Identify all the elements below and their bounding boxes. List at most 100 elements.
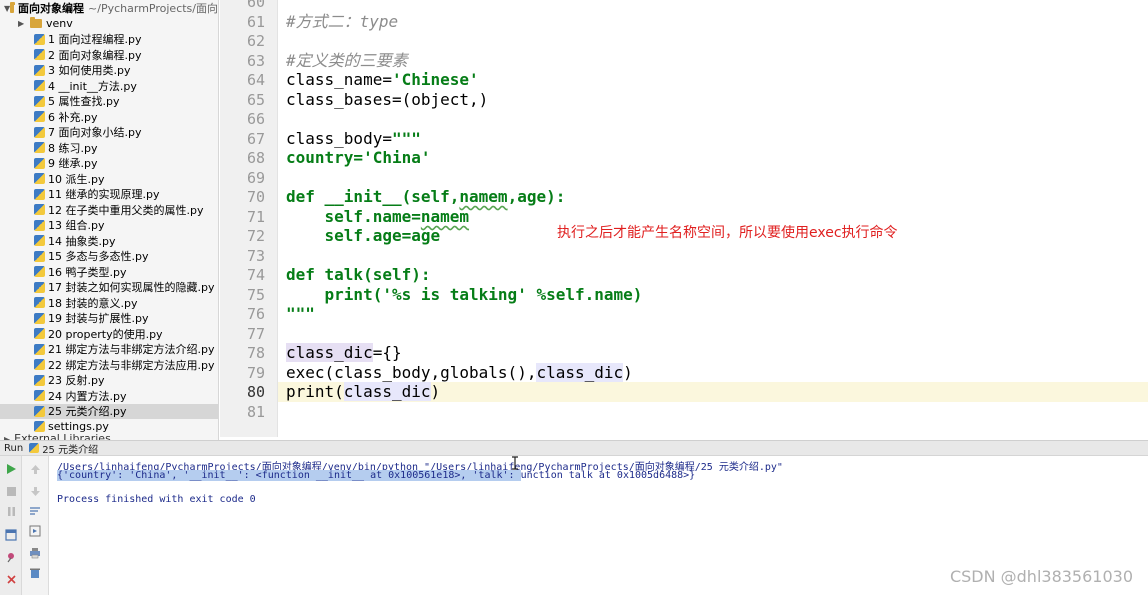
python-file-icon: [34, 126, 45, 138]
tree-item-label: 25 元类介绍.py: [48, 405, 127, 419]
tree-item-file[interactable]: 17 封装之如何实现属性的隐藏.py: [0, 280, 218, 296]
tree-item-label: 11 继承的实现原理.py: [48, 188, 160, 202]
console-output-line: {'country': 'China', '__init__': <functi…: [57, 470, 695, 481]
line-number: 75: [246, 285, 265, 304]
tree-item-file[interactable]: 6 补充.py: [0, 109, 218, 125]
tree-item-venv[interactable]: ▶ venv: [0, 16, 218, 32]
run-tab-label[interactable]: Run: [4, 443, 23, 454]
settings-button[interactable]: [4, 550, 18, 564]
play-icon: [7, 464, 16, 474]
tree-item-file[interactable]: 13 组合.py: [0, 218, 218, 234]
line-number: 70: [246, 188, 265, 206]
code-line-68: country='China': [286, 148, 431, 167]
scroll-up-button[interactable]: [28, 462, 42, 476]
code-line-74: def talk(self):: [286, 265, 431, 284]
tree-item-label: 10 派生.py: [48, 172, 105, 186]
tree-item-file[interactable]: 2 面向对象编程.py: [0, 47, 218, 63]
line-number: 81: [246, 402, 265, 421]
tree-item-label: 14 抽象类.py: [48, 234, 116, 248]
tree-item-file[interactable]: 11 继承的实现原理.py: [0, 187, 218, 203]
code-line-63: #定义类的三要素: [286, 51, 408, 70]
folder-icon: [10, 1, 16, 13]
printer-icon: [30, 548, 40, 559]
tree-item-label: 17 封装之如何实现属性的隐藏.py: [48, 281, 215, 295]
line-number: 69: [246, 168, 265, 187]
tree-item-file[interactable]: 14 抽象类.py: [0, 233, 218, 249]
python-file-icon: [34, 266, 45, 278]
python-file-icon: [34, 33, 45, 45]
pin-icon: [7, 553, 14, 563]
python-file-icon: [34, 250, 45, 262]
code-line-65: class_bases=(object,): [286, 90, 489, 109]
python-file-icon: [34, 421, 45, 433]
tree-item-label: 24 内置方法.py: [48, 389, 127, 403]
tree-item-label: 18 封装的意义.py: [48, 296, 138, 310]
tree-item-file[interactable]: 12 在子类中重用父类的属性.py: [0, 202, 218, 218]
tree-item-label: 1 面向过程编程.py: [48, 33, 142, 47]
tree-item-file[interactable]: 5 属性查找.py: [0, 94, 218, 110]
code-line-67: class_body=""": [286, 129, 421, 148]
python-file-icon: [34, 49, 45, 61]
stop-icon: [6, 486, 16, 496]
close-icon: [6, 574, 16, 584]
tree-item-label: 9 继承.py: [48, 157, 98, 171]
clear-all-button[interactable]: [28, 566, 42, 580]
tree-item-file[interactable]: 24 内置方法.py: [0, 388, 218, 404]
code-line-61: #方式二：type: [286, 12, 399, 31]
tree-item-file[interactable]: 20 property的使用.py: [0, 326, 218, 342]
line-number: 66: [246, 110, 265, 128]
rerun-button[interactable]: [4, 462, 18, 476]
project-path: ~/PycharmProjects/面向: [88, 2, 218, 15]
tree-item-file[interactable]: 4 __init__方法.py: [0, 78, 218, 94]
tree-item-label: 5 属性查找.py: [48, 95, 120, 109]
python-file-icon: [34, 343, 45, 355]
python-file-icon: [34, 64, 45, 76]
line-number: 61: [246, 12, 265, 31]
tree-item-file[interactable]: 10 派生.py: [0, 171, 218, 187]
python-file-icon: [34, 142, 45, 154]
scroll-to-end-button[interactable]: [28, 524, 42, 538]
close-button[interactable]: [4, 572, 18, 586]
tree-item-label: 6 补充.py: [48, 110, 98, 124]
code-line-78: class_dic={}: [286, 343, 402, 362]
stop-button[interactable]: [4, 484, 18, 498]
scroll-down-button[interactable]: [28, 484, 42, 498]
soft-wrap-button[interactable]: [28, 504, 42, 518]
code-editor[interactable]: 60 61 62 63 64 65 66 67 68 69 70 71 72 73 74 75 76 77 78 79…: [220, 0, 1148, 437]
tree-item-file[interactable]: 8 练习.py: [0, 140, 218, 156]
tree-item-file[interactable]: 3 如何使用类.py: [0, 63, 218, 79]
tree-item-file[interactable]: 25 元类介绍.py: [0, 403, 218, 419]
console-selected-text: {'country': 'China', '__init__': <functi…: [57, 470, 521, 481]
tree-item-external-libraries[interactable]: ▶ External Libraries: [0, 432, 111, 440]
tree-item-file[interactable]: 9 继承.py: [0, 156, 218, 172]
chevron-right-icon[interactable]: ▶: [18, 19, 30, 28]
python-file-icon: [34, 312, 45, 324]
python-file-icon: [34, 204, 45, 216]
pause-button[interactable]: [4, 504, 18, 518]
dump-threads-button[interactable]: [4, 528, 18, 542]
line-number: 74: [246, 266, 265, 284]
tree-item-file[interactable]: 19 封装与扩展性.py: [0, 311, 218, 327]
tree-item-file[interactable]: 15 多态与多态性.py: [0, 249, 218, 265]
code-line-76: """: [286, 304, 315, 323]
python-file-icon: [29, 443, 40, 453]
code-line-80: print(class_dic): [286, 382, 441, 401]
python-file-icon: [34, 80, 45, 92]
tree-item-file[interactable]: 1 面向过程编程.py: [0, 32, 218, 48]
tree-item-file[interactable]: 16 鸭子类型.py: [0, 264, 218, 280]
python-file-icon: [34, 157, 45, 169]
print-button[interactable]: [28, 546, 42, 560]
tree-item-file[interactable]: 18 封装的意义.py: [0, 295, 218, 311]
tree-item-file[interactable]: 22 绑定方法与非绑定方法应用.py: [0, 357, 218, 373]
project-root[interactable]: ▼ 面向对象编程 ~/PycharmProjects/面向: [0, 0, 218, 16]
python-file-icon: [34, 359, 45, 371]
trash-icon: [30, 568, 40, 578]
line-number: 78: [246, 344, 265, 362]
line-number: 77: [246, 324, 265, 343]
run-config-name[interactable]: 25 元类介绍: [42, 441, 98, 456]
code-line-75: print('%s is talking' %self.name): [286, 285, 643, 304]
tree-item-file[interactable]: 21 绑定方法与非绑定方法介绍.py: [0, 342, 218, 358]
annotation-note: 执行之后才能产生名称空间，所以要使用exec执行命令: [557, 225, 898, 241]
tree-item-file[interactable]: 7 面向对象小结.py: [0, 125, 218, 141]
tree-item-file[interactable]: 23 反射.py: [0, 373, 218, 389]
